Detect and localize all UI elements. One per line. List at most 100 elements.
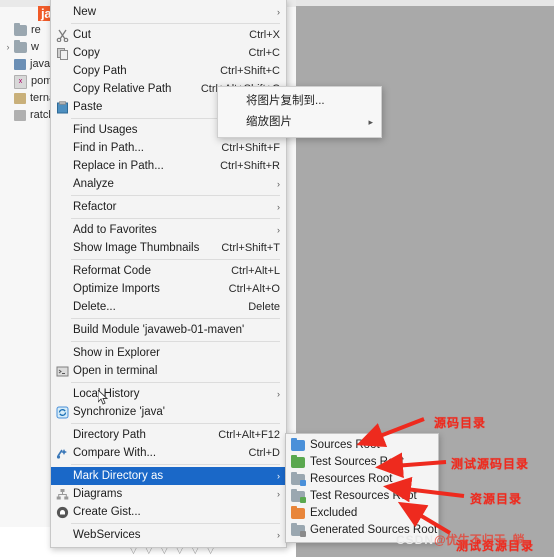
menu-item-icon-slot: [55, 529, 70, 542]
menu-item-build-module-javaweb-01-maven[interactable]: Build Module 'javaweb-01-maven': [51, 321, 286, 339]
menu-item-shortcut: Ctrl+D: [248, 447, 280, 459]
menu-item-open-in-terminal[interactable]: Open in terminal: [51, 362, 286, 380]
menu-item-mark-directory-as[interactable]: Mark Directory as ›: [51, 467, 286, 485]
library-icon: [14, 93, 26, 104]
mouse-cursor: [98, 390, 109, 405]
menu-item-label: Diagrams: [73, 488, 123, 500]
submenu-item-resources-root[interactable]: Resources Root: [286, 471, 438, 488]
menu-item-label: New: [73, 6, 97, 18]
xml-icon: x: [14, 74, 27, 89]
menu-item-shortcut: Ctrl+Alt+L: [231, 265, 280, 277]
menu-item-directory-path[interactable]: Directory Path Ctrl+Alt+F12: [51, 426, 286, 444]
chevron-right-icon: ▸: [368, 117, 373, 127]
folder-icon: [291, 506, 305, 519]
annotation-label-1: 测试源码目录: [451, 457, 530, 471]
image-menu-item-0[interactable]: 将图片复制到...: [218, 91, 381, 112]
compare-icon: [55, 447, 70, 460]
menu-item-delete[interactable]: Delete... Delete: [51, 298, 286, 316]
folder-icon: [291, 455, 305, 468]
menu-item-local-history[interactable]: Local History ›: [51, 385, 286, 403]
menu-item-icon-slot: [55, 388, 70, 401]
submenu-item-excluded[interactable]: Excluded: [286, 505, 438, 522]
menu-item-label: Copy Path: [73, 65, 127, 77]
chevron-right-icon: ›: [277, 530, 280, 540]
module-icon: [14, 59, 26, 70]
menu-item-label: Mark Directory as: [73, 470, 164, 482]
tree-item[interactable]: › w: [0, 39, 39, 56]
menu-item-show-in-explorer[interactable]: Show in Explorer: [51, 344, 286, 362]
menu-item-icon-slot: [55, 65, 70, 78]
menu-item-analyze[interactable]: Analyze ›: [51, 175, 286, 193]
menu-item-copy-path[interactable]: Copy Path Ctrl+Shift+C: [51, 62, 286, 80]
menu-item-diagrams[interactable]: Diagrams ›: [51, 485, 286, 503]
menu-separator: [71, 259, 280, 260]
menu-item-label: Refactor: [73, 201, 117, 213]
menu-item-label: Build Module 'javaweb-01-maven': [73, 324, 245, 336]
menu-item-icon-slot: [55, 124, 70, 137]
menu-item-icon-slot: [55, 178, 70, 191]
menu-item-label: Show Image Thumbnails: [73, 242, 200, 254]
menu-item-add-to-favorites[interactable]: Add to Favorites ›: [51, 221, 286, 239]
context-menu[interactable]: New › Cut Ctrl+X Copy Ctrl+C Copy Path Ctrl+Shi…: [50, 0, 287, 548]
menu-separator: [71, 423, 280, 424]
menu-item-new[interactable]: New ›: [51, 3, 286, 21]
sync-icon: [55, 406, 70, 419]
submenu-item-label: Sources Root: [310, 439, 380, 451]
menu-item-find-in-path[interactable]: Find in Path... Ctrl+Shift+F: [51, 139, 286, 157]
menu-item-icon-slot: [55, 201, 70, 214]
menu-item-cut[interactable]: Cut Ctrl+X: [51, 26, 286, 44]
image-menu-item-label: 缩放图片: [246, 116, 292, 128]
menu-item-webservices[interactable]: WebServices ›: [51, 526, 286, 544]
menu-item-create-gist[interactable]: Create Gist...: [51, 503, 286, 521]
menu-item-label: Reformat Code: [73, 265, 151, 277]
menu-item-shortcut: Ctrl+Alt+F12: [218, 429, 280, 441]
menu-item-label: Find in Path...: [73, 142, 144, 154]
menu-item-icon-slot: [55, 6, 70, 19]
menu-item-shortcut: Ctrl+Shift+F: [221, 142, 280, 154]
chevron-right-icon: ›: [277, 471, 280, 481]
menu-item-shortcut: Ctrl+Shift+R: [220, 160, 280, 172]
folder-icon: [291, 438, 305, 451]
folder-badge-icon: [300, 531, 306, 537]
annotation-label-0: 源码目录: [434, 416, 487, 430]
menu-item-label: Delete...: [73, 301, 116, 313]
menu-item-label: Add to Favorites: [73, 224, 157, 236]
mark-directory-as-submenu[interactable]: Sources Root Test Sources Root Resources R…: [285, 433, 439, 543]
submenu-item-test-resources-root[interactable]: Test Resources Root: [286, 488, 438, 505]
submenu-item-test-sources-root[interactable]: Test Sources Root: [286, 454, 438, 471]
menu-item-shortcut: Ctrl+C: [248, 47, 280, 59]
menu-item-icon-slot: [55, 224, 70, 237]
menu-separator: [71, 218, 280, 219]
image-context-menu[interactable]: 将图片复制到... 缩放图片 ▸: [217, 86, 382, 138]
menu-item-reformat-code[interactable]: Reformat Code Ctrl+Alt+L: [51, 262, 286, 280]
annotation-label-2: 资源目录: [470, 492, 523, 506]
menu-item-icon-slot: [55, 347, 70, 360]
scratch-icon: [14, 110, 26, 121]
folder-icon: [291, 472, 306, 486]
tree-expand-arrow-icon[interactable]: ›: [2, 39, 14, 56]
menu-item-shortcut: Delete: [248, 301, 280, 313]
chevron-right-icon: ›: [277, 489, 280, 499]
menu-item-show-image-thumbnails[interactable]: Show Image Thumbnails Ctrl+Shift+T: [51, 239, 286, 257]
folder-badge-icon: [300, 497, 306, 503]
menu-item-copy[interactable]: Copy Ctrl+C: [51, 44, 286, 62]
tree-item-label: re: [31, 24, 41, 36]
submenu-item-label: Test Sources Root: [310, 456, 404, 468]
menu-item-label: Optimize Imports: [73, 283, 160, 295]
tree-item[interactable]: re: [0, 22, 41, 39]
menu-item-optimize-imports[interactable]: Optimize Imports Ctrl+Alt+O: [51, 280, 286, 298]
ide-editor-tabbar: [296, 0, 554, 6]
menu-item-synchronize-java[interactable]: Synchronize 'java': [51, 403, 286, 421]
menu-item-label: Compare With...: [73, 447, 157, 459]
menu-item-compare-with[interactable]: Compare With... Ctrl+D: [51, 444, 286, 462]
menu-item-refactor[interactable]: Refactor ›: [51, 198, 286, 216]
submenu-item-sources-root[interactable]: Sources Root: [286, 437, 438, 454]
menu-item-label: Create Gist...: [73, 506, 141, 518]
gist-icon: [55, 506, 70, 519]
menu-item-icon-slot: [55, 429, 70, 442]
menu-separator: [71, 523, 280, 524]
menu-item-replace-in-path[interactable]: Replace in Path... Ctrl+Shift+R: [51, 157, 286, 175]
image-menu-item-1[interactable]: 缩放图片 ▸: [218, 112, 381, 133]
paste-icon: [55, 100, 70, 114]
menu-item-icon-slot: [55, 470, 70, 483]
